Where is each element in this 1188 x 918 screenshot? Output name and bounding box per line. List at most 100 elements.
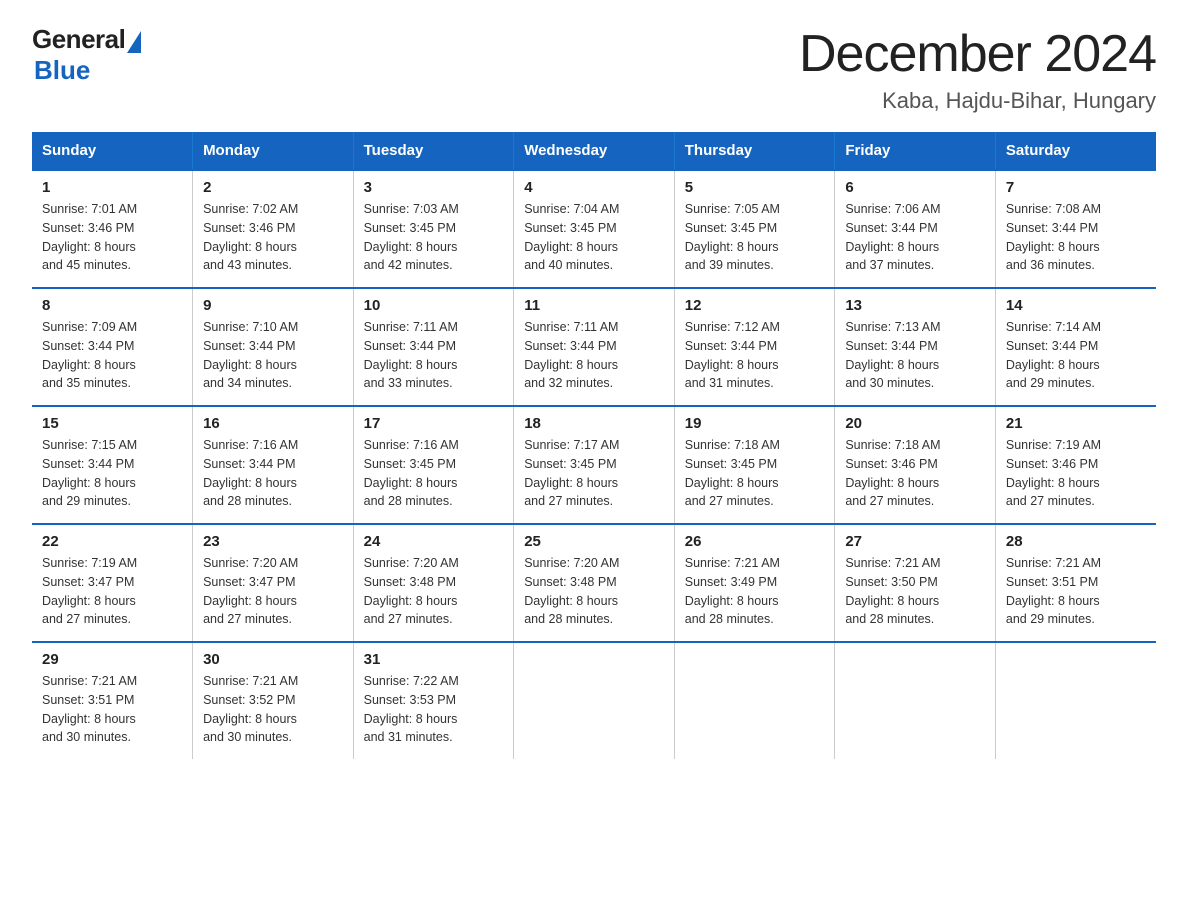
calendar-day-cell [674,642,835,759]
day-number: 29 [42,651,182,668]
day-number: 1 [42,179,182,196]
day-number: 26 [685,533,825,550]
day-info: Sunrise: 7:21 AMSunset: 3:52 PMDaylight:… [203,672,343,747]
day-info: Sunrise: 7:15 AMSunset: 3:44 PMDaylight:… [42,436,182,511]
day-number: 18 [524,415,664,432]
day-info: Sunrise: 7:13 AMSunset: 3:44 PMDaylight:… [845,318,985,393]
calendar-day-cell: 6 Sunrise: 7:06 AMSunset: 3:44 PMDayligh… [835,170,996,288]
calendar-day-cell: 2 Sunrise: 7:02 AMSunset: 3:46 PMDayligh… [193,170,354,288]
calendar-day-cell: 24 Sunrise: 7:20 AMSunset: 3:48 PMDaylig… [353,524,514,642]
logo: General Blue [32,24,141,86]
calendar-day-cell [835,642,996,759]
day-info: Sunrise: 7:09 AMSunset: 3:44 PMDaylight:… [42,318,182,393]
calendar-day-cell: 7 Sunrise: 7:08 AMSunset: 3:44 PMDayligh… [995,170,1156,288]
day-number: 16 [203,415,343,432]
day-info: Sunrise: 7:01 AMSunset: 3:46 PMDaylight:… [42,200,182,275]
day-info: Sunrise: 7:20 AMSunset: 3:48 PMDaylight:… [524,554,664,629]
day-info: Sunrise: 7:17 AMSunset: 3:45 PMDaylight:… [524,436,664,511]
day-info: Sunrise: 7:04 AMSunset: 3:45 PMDaylight:… [524,200,664,275]
day-info: Sunrise: 7:19 AMSunset: 3:47 PMDaylight:… [42,554,182,629]
day-info: Sunrise: 7:22 AMSunset: 3:53 PMDaylight:… [364,672,504,747]
weekday-header-monday: Monday [193,132,354,170]
logo-blue: Blue [34,55,90,86]
calendar-day-cell: 9 Sunrise: 7:10 AMSunset: 3:44 PMDayligh… [193,288,354,406]
day-info: Sunrise: 7:11 AMSunset: 3:44 PMDaylight:… [364,318,504,393]
day-info: Sunrise: 7:21 AMSunset: 3:51 PMDaylight:… [1006,554,1146,629]
weekday-header-saturday: Saturday [995,132,1156,170]
day-number: 15 [42,415,182,432]
calendar-day-cell: 18 Sunrise: 7:17 AMSunset: 3:45 PMDaylig… [514,406,675,524]
day-number: 6 [845,179,985,196]
day-number: 7 [1006,179,1146,196]
calendar-day-cell: 13 Sunrise: 7:13 AMSunset: 3:44 PMDaylig… [835,288,996,406]
calendar-week-row: 15 Sunrise: 7:15 AMSunset: 3:44 PMDaylig… [32,406,1156,524]
day-info: Sunrise: 7:21 AMSunset: 3:49 PMDaylight:… [685,554,825,629]
calendar-day-cell: 12 Sunrise: 7:12 AMSunset: 3:44 PMDaylig… [674,288,835,406]
day-number: 22 [42,533,182,550]
day-number: 24 [364,533,504,550]
day-number: 8 [42,297,182,314]
day-number: 30 [203,651,343,668]
day-number: 10 [364,297,504,314]
day-info: Sunrise: 7:20 AMSunset: 3:48 PMDaylight:… [364,554,504,629]
calendar-day-cell: 5 Sunrise: 7:05 AMSunset: 3:45 PMDayligh… [674,170,835,288]
day-number: 23 [203,533,343,550]
calendar-day-cell: 11 Sunrise: 7:11 AMSunset: 3:44 PMDaylig… [514,288,675,406]
logo-general: General [32,24,125,55]
calendar-day-cell: 27 Sunrise: 7:21 AMSunset: 3:50 PMDaylig… [835,524,996,642]
calendar-day-cell: 22 Sunrise: 7:19 AMSunset: 3:47 PMDaylig… [32,524,193,642]
day-number: 3 [364,179,504,196]
calendar-day-cell: 19 Sunrise: 7:18 AMSunset: 3:45 PMDaylig… [674,406,835,524]
day-info: Sunrise: 7:21 AMSunset: 3:50 PMDaylight:… [845,554,985,629]
day-info: Sunrise: 7:12 AMSunset: 3:44 PMDaylight:… [685,318,825,393]
day-info: Sunrise: 7:16 AMSunset: 3:45 PMDaylight:… [364,436,504,511]
calendar-day-cell: 1 Sunrise: 7:01 AMSunset: 3:46 PMDayligh… [32,170,193,288]
calendar-day-cell [995,642,1156,759]
day-info: Sunrise: 7:21 AMSunset: 3:51 PMDaylight:… [42,672,182,747]
calendar-day-cell: 30 Sunrise: 7:21 AMSunset: 3:52 PMDaylig… [193,642,354,759]
day-info: Sunrise: 7:11 AMSunset: 3:44 PMDaylight:… [524,318,664,393]
day-number: 31 [364,651,504,668]
day-info: Sunrise: 7:16 AMSunset: 3:44 PMDaylight:… [203,436,343,511]
calendar-week-row: 29 Sunrise: 7:21 AMSunset: 3:51 PMDaylig… [32,642,1156,759]
day-info: Sunrise: 7:20 AMSunset: 3:47 PMDaylight:… [203,554,343,629]
day-number: 14 [1006,297,1146,314]
weekday-header-thursday: Thursday [674,132,835,170]
calendar-day-cell: 10 Sunrise: 7:11 AMSunset: 3:44 PMDaylig… [353,288,514,406]
day-number: 17 [364,415,504,432]
main-title: December 2024 [799,24,1156,84]
calendar-day-cell: 25 Sunrise: 7:20 AMSunset: 3:48 PMDaylig… [514,524,675,642]
page-header: General Blue December 2024 Kaba, Hajdu-B… [32,24,1156,114]
weekday-header-sunday: Sunday [32,132,193,170]
day-info: Sunrise: 7:02 AMSunset: 3:46 PMDaylight:… [203,200,343,275]
day-number: 28 [1006,533,1146,550]
logo-triangle-icon [127,31,141,53]
day-number: 5 [685,179,825,196]
day-info: Sunrise: 7:03 AMSunset: 3:45 PMDaylight:… [364,200,504,275]
calendar-week-row: 22 Sunrise: 7:19 AMSunset: 3:47 PMDaylig… [32,524,1156,642]
weekday-header-friday: Friday [835,132,996,170]
weekday-header-tuesday: Tuesday [353,132,514,170]
day-number: 12 [685,297,825,314]
location-subtitle: Kaba, Hajdu-Bihar, Hungary [799,88,1156,114]
calendar-day-cell: 15 Sunrise: 7:15 AMSunset: 3:44 PMDaylig… [32,406,193,524]
calendar-day-cell: 31 Sunrise: 7:22 AMSunset: 3:53 PMDaylig… [353,642,514,759]
weekday-header-wednesday: Wednesday [514,132,675,170]
calendar-day-cell: 26 Sunrise: 7:21 AMSunset: 3:49 PMDaylig… [674,524,835,642]
day-info: Sunrise: 7:18 AMSunset: 3:45 PMDaylight:… [685,436,825,511]
day-number: 20 [845,415,985,432]
calendar-day-cell: 21 Sunrise: 7:19 AMSunset: 3:46 PMDaylig… [995,406,1156,524]
calendar-day-cell: 17 Sunrise: 7:16 AMSunset: 3:45 PMDaylig… [353,406,514,524]
calendar-day-cell: 20 Sunrise: 7:18 AMSunset: 3:46 PMDaylig… [835,406,996,524]
day-info: Sunrise: 7:14 AMSunset: 3:44 PMDaylight:… [1006,318,1146,393]
day-info: Sunrise: 7:10 AMSunset: 3:44 PMDaylight:… [203,318,343,393]
calendar-day-cell [514,642,675,759]
day-number: 13 [845,297,985,314]
day-number: 2 [203,179,343,196]
day-number: 21 [1006,415,1146,432]
day-info: Sunrise: 7:05 AMSunset: 3:45 PMDaylight:… [685,200,825,275]
calendar-week-row: 8 Sunrise: 7:09 AMSunset: 3:44 PMDayligh… [32,288,1156,406]
calendar-week-row: 1 Sunrise: 7:01 AMSunset: 3:46 PMDayligh… [32,170,1156,288]
calendar-table: SundayMondayTuesdayWednesdayThursdayFrid… [32,132,1156,759]
calendar-header-row: SundayMondayTuesdayWednesdayThursdayFrid… [32,132,1156,170]
